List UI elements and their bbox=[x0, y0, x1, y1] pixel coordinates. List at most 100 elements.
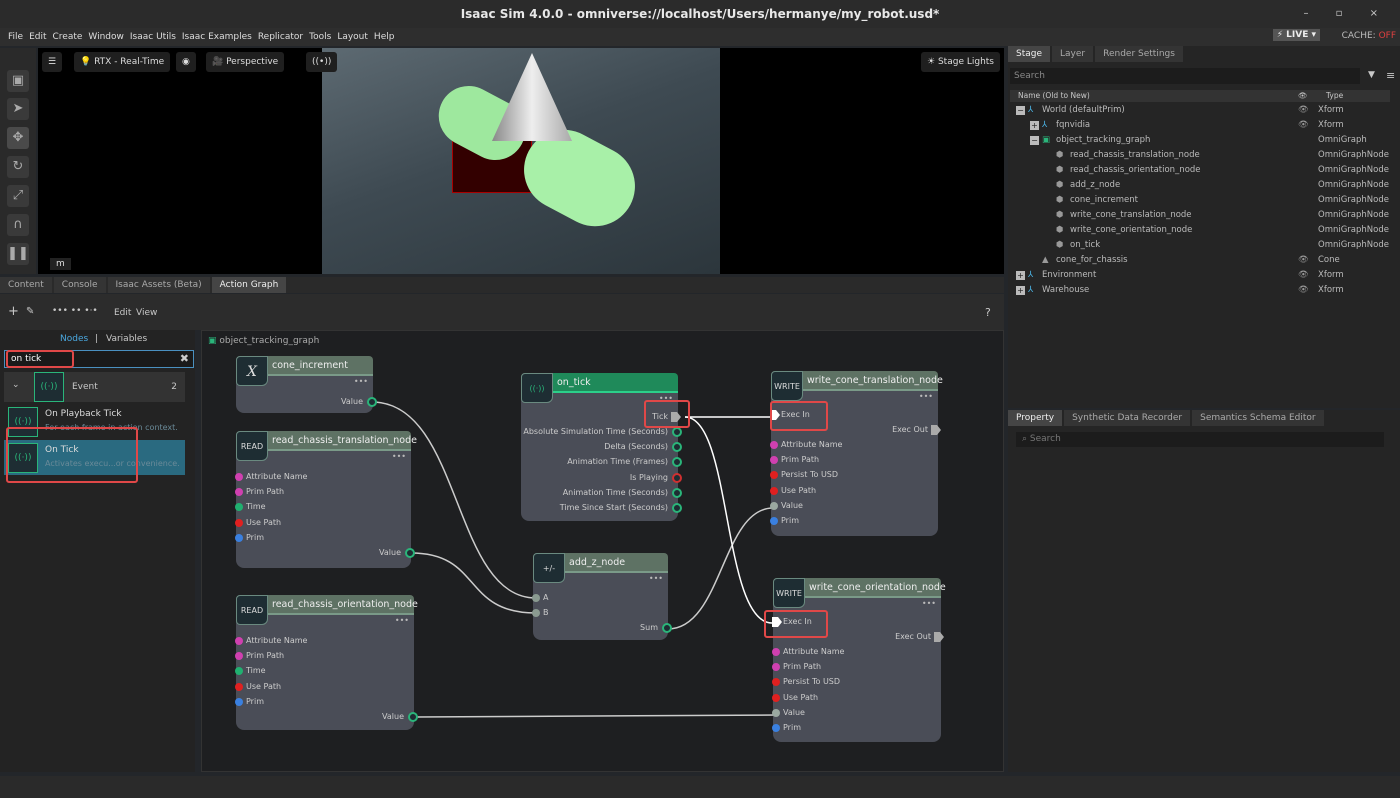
node-read-chassis-translation-node[interactable]: READ read_chassis_translation_node ••• Attr… bbox=[235, 431, 417, 568]
input-port[interactable]: Prim Path bbox=[770, 454, 819, 466]
stage-row[interactable]: − ⅄ World (defaultPrim) 👁 Xform bbox=[1008, 103, 1400, 118]
output-port[interactable]: Time Since Start (Seconds) bbox=[560, 502, 682, 514]
pin[interactable] bbox=[235, 637, 243, 645]
node-menu-icon[interactable]: ••• bbox=[919, 392, 933, 401]
input-port[interactable]: Attribute Name bbox=[772, 646, 844, 658]
pin[interactable] bbox=[235, 518, 243, 527]
input-port[interactable]: Prim bbox=[770, 515, 799, 527]
node-menu-icon[interactable]: ••• bbox=[922, 599, 936, 608]
pin[interactable] bbox=[772, 663, 780, 672]
input-port[interactable]: Value bbox=[770, 500, 803, 512]
view-menu[interactable]: View bbox=[136, 308, 157, 318]
input-port[interactable]: Time bbox=[235, 665, 266, 677]
help-icon[interactable]: ? bbox=[985, 306, 991, 319]
tab-layer[interactable]: Layer bbox=[1052, 46, 1094, 62]
output-port[interactable]: Animation Time (Frames) bbox=[567, 456, 682, 468]
stage-row[interactable]: + ⅄ Warehouse 👁 Xform bbox=[1008, 283, 1400, 298]
node-menu-icon[interactable]: ••• bbox=[395, 616, 409, 625]
tab-action-graph[interactable]: Action Graph bbox=[211, 277, 287, 293]
menu-file[interactable]: File bbox=[8, 32, 23, 42]
property-search-input[interactable]: ⌕ Search bbox=[1016, 432, 1384, 447]
input-port[interactable]: Time bbox=[235, 501, 266, 513]
stage-row[interactable]: ⬢ on_tick OmniGraphNode bbox=[1008, 238, 1400, 253]
node-menu-icon[interactable]: ••• bbox=[392, 452, 406, 461]
pin[interactable] bbox=[772, 648, 780, 656]
menu-help[interactable]: Help bbox=[374, 32, 395, 42]
edit-pencil-icon[interactable]: ✎ bbox=[26, 306, 34, 317]
output-port[interactable]: Is Playing bbox=[630, 472, 682, 484]
stage-row[interactable]: ⬢ cone_increment OmniGraphNode bbox=[1008, 193, 1400, 208]
tab-property[interactable]: Property bbox=[1008, 410, 1063, 426]
cache-status[interactable]: CACHE: OFF bbox=[1342, 31, 1396, 41]
node-menu-icon[interactable]: ••• bbox=[649, 574, 663, 583]
visibility-eye-icon[interactable]: 👁 bbox=[1298, 268, 1309, 283]
input-port[interactable]: B bbox=[532, 607, 549, 619]
stage-row[interactable]: ⬢ write_cone_orientation_node OmniGraphNod… bbox=[1008, 223, 1400, 238]
viewport[interactable]: ☰ 💡 RTX - Real-Time ◉ 🎥 Perspective ((•)… bbox=[38, 48, 1004, 274]
select-arrow-icon[interactable]: ➤ bbox=[7, 98, 29, 120]
input-port[interactable]: Use Path bbox=[772, 692, 818, 704]
pin[interactable] bbox=[672, 487, 682, 498]
pin[interactable] bbox=[772, 724, 780, 732]
output-port[interactable]: Sum bbox=[640, 622, 672, 634]
stage-row[interactable]: ⬢ add_z_node OmniGraphNode bbox=[1008, 178, 1400, 193]
stage-row[interactable]: ▲ cone_for_chassis 👁 Cone bbox=[1008, 253, 1400, 268]
more-icon[interactable]: ••• •• •·• bbox=[52, 306, 98, 316]
input-port[interactable]: Attribute Name bbox=[235, 471, 307, 483]
tab-console[interactable]: Console bbox=[53, 277, 106, 293]
node-cone-increment[interactable]: Xcone_increment ••• Value bbox=[236, 356, 377, 413]
tab-variables[interactable]: Variables bbox=[106, 334, 147, 344]
node-read-chassis-orientation-node[interactable]: READ read_chassis_orientation_node ••• Attr… bbox=[235, 595, 418, 730]
menu-tools[interactable]: Tools bbox=[309, 32, 331, 42]
broadcast-icon[interactable]: ((•)) bbox=[306, 52, 338, 72]
stage-row[interactable]: + ⅄ Environment 👁 Xform bbox=[1008, 268, 1400, 283]
input-port[interactable]: Use Path bbox=[235, 681, 281, 693]
category-event[interactable]: ⌄ ((·)) Event 2 bbox=[4, 372, 185, 402]
node-write-cone-translation-node[interactable]: WRITE write_cone_translation_node ••• Exec … bbox=[770, 371, 943, 536]
visibility-eye-icon[interactable]: 👁 bbox=[1298, 103, 1309, 118]
expand-toggle-icon[interactable]: + bbox=[1030, 121, 1039, 130]
visibility-eye-icon[interactable]: 👁 bbox=[1298, 283, 1309, 298]
output-port[interactable]: Animation Time (Seconds) bbox=[563, 487, 682, 499]
pin[interactable] bbox=[772, 693, 780, 702]
stage-row[interactable]: ⬢ write_cone_translation_node OmniGraphNod… bbox=[1008, 208, 1400, 223]
pin[interactable] bbox=[672, 427, 682, 437]
pin[interactable] bbox=[235, 667, 243, 676]
pin[interactable] bbox=[772, 708, 780, 717]
tab-nodes[interactable]: Nodes bbox=[60, 334, 88, 344]
input-port[interactable]: Persist To USD bbox=[770, 469, 838, 481]
menu-edit[interactable]: Edit bbox=[29, 32, 46, 42]
menu-layout[interactable]: Layout bbox=[337, 32, 368, 42]
pin[interactable] bbox=[770, 517, 778, 525]
expand-toggle-icon[interactable]: + bbox=[1016, 286, 1025, 295]
stage-row[interactable]: + ⅄ fqnvidia 👁 Xform bbox=[1008, 118, 1400, 133]
output-port[interactable]: Delta (Seconds) bbox=[604, 441, 682, 453]
output-port[interactable]: Value bbox=[379, 547, 415, 559]
output-port[interactable]: Value bbox=[341, 396, 377, 408]
input-port[interactable]: Prim Path bbox=[772, 661, 821, 673]
output-port[interactable]: Value bbox=[382, 711, 418, 723]
port-exec-out[interactable]: Exec Out bbox=[895, 631, 944, 643]
pin[interactable] bbox=[770, 501, 778, 510]
tab-content[interactable]: Content bbox=[0, 277, 52, 293]
tab-render-settings[interactable]: Render Settings bbox=[1095, 46, 1183, 62]
menu-isaac-utils[interactable]: Isaac Utils bbox=[130, 32, 176, 42]
pin[interactable] bbox=[770, 471, 778, 480]
pin[interactable] bbox=[772, 678, 780, 687]
pin[interactable] bbox=[235, 488, 243, 497]
pin[interactable] bbox=[235, 652, 243, 661]
stage-row[interactable]: − ▣ object_tracking_graph OmniGraph bbox=[1008, 133, 1400, 148]
pin[interactable] bbox=[235, 473, 243, 481]
menu-window[interactable]: Window bbox=[88, 32, 124, 42]
menu-isaac-examples[interactable]: Isaac Examples bbox=[182, 32, 252, 42]
add-icon[interactable]: + bbox=[8, 304, 19, 319]
node-add-z-node[interactable]: +/- add_z_node ••• A B Sum bbox=[532, 553, 672, 640]
pin[interactable] bbox=[672, 503, 682, 513]
camera-button[interactable]: 🎥 Perspective bbox=[206, 52, 285, 72]
menu-create[interactable]: Create bbox=[53, 32, 83, 42]
input-port[interactable]: Use Path bbox=[235, 517, 281, 529]
pin[interactable] bbox=[408, 712, 418, 722]
menu-replicator[interactable]: Replicator bbox=[258, 32, 303, 42]
node-on-tick[interactable]: ((·)) on_tick ••• Tick Absolute Simulation T… bbox=[521, 373, 682, 521]
stage-row[interactable]: ⬢ read_chassis_orientation_node OmniGraphN… bbox=[1008, 163, 1400, 178]
